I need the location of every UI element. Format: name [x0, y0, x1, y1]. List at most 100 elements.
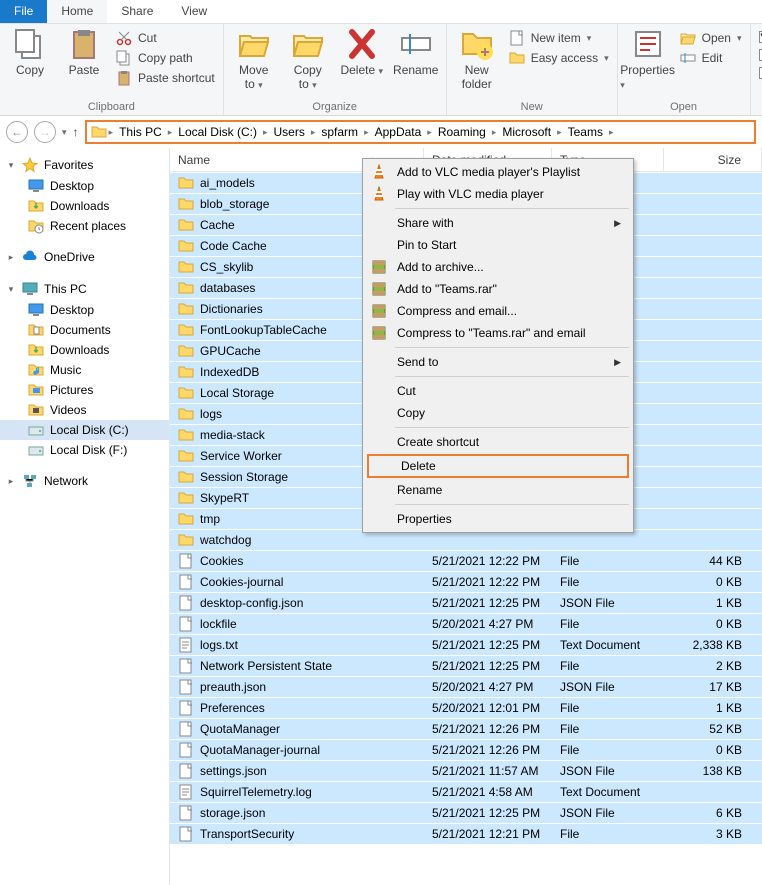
ctx-pin-start[interactable]: Pin to Start: [365, 234, 631, 256]
sidebar-item-downloads[interactable]: Downloads: [0, 196, 169, 216]
ctx-send-to[interactable]: Send to: [365, 351, 631, 373]
new-folder-button[interactable]: New folder: [455, 28, 499, 91]
delete-button[interactable]: Delete ▾: [340, 28, 384, 77]
breadcrumb-segment[interactable]: Microsoft: [498, 125, 555, 139]
ribbon: Copy Paste Cut Copy path Paste shortcut …: [0, 24, 762, 116]
breadcrumb-segment[interactable]: Users: [270, 125, 309, 139]
sidebar-item[interactable]: Music: [0, 360, 169, 380]
breadcrumb[interactable]: ▸ This PC▸Local Disk (C:)▸Users▸spfarm▸A…: [85, 120, 756, 144]
table-row[interactable]: settings.json5/21/2021 11:57 AMJSON File…: [170, 760, 762, 781]
sidebar-item[interactable]: Local Disk (C:): [0, 420, 169, 440]
ctx-compress-email[interactable]: Compress and email...: [365, 300, 631, 322]
sidebar-item-desktop[interactable]: Desktop: [0, 176, 169, 196]
sidebar-item-recent[interactable]: Recent places: [0, 216, 169, 236]
sidebar-thispc[interactable]: ▾This PC: [0, 278, 169, 300]
cut-button[interactable]: Cut: [116, 30, 215, 46]
sidebar-network[interactable]: ▸Network: [0, 470, 169, 492]
table-row[interactable]: TransportSecurity5/21/2021 12:21 PMFile3…: [170, 823, 762, 844]
table-row[interactable]: QuotaManager5/21/2021 12:26 PMFile52 KB: [170, 718, 762, 739]
ribbon-group-organize: Move to ▾ Copy to ▾ Delete ▾ Rename Orga…: [224, 24, 447, 115]
breadcrumb-segment[interactable]: This PC: [115, 125, 166, 139]
file-icon: [178, 763, 194, 779]
ctx-vlc-play[interactable]: Play with VLC media player: [365, 183, 631, 205]
sidebar-onedrive[interactable]: ▸OneDrive: [0, 246, 169, 268]
nav-history-dropdown[interactable]: ▾: [62, 127, 67, 138]
sidebar-item[interactable]: Documents: [0, 320, 169, 340]
ctx-copy[interactable]: Copy: [365, 402, 631, 424]
breadcrumb-segment[interactable]: AppData: [371, 125, 426, 139]
nav-up-button[interactable]: ↑: [73, 125, 79, 139]
breadcrumb-segment[interactable]: spfarm: [317, 125, 362, 139]
file-icon: [178, 805, 194, 821]
table-row[interactable]: Network Persistent State5/21/2021 12:25 …: [170, 655, 762, 676]
ctx-share-with[interactable]: Share with: [365, 212, 631, 234]
table-row[interactable]: Preferences5/20/2021 12:01 PMFile1 KB: [170, 697, 762, 718]
table-row[interactable]: desktop-config.json5/21/2021 12:25 PMJSO…: [170, 592, 762, 613]
new-item-button[interactable]: New item ▾: [509, 30, 609, 46]
move-to-button[interactable]: Move to ▾: [232, 28, 276, 91]
paste-button[interactable]: Paste: [62, 28, 106, 77]
copy-icon: [14, 28, 46, 60]
breadcrumb-segment[interactable]: Local Disk (C:): [174, 125, 261, 139]
ctx-compress-teams-email[interactable]: Compress to "Teams.rar" and email: [365, 322, 631, 344]
chevron-right-icon: ▸: [364, 127, 369, 138]
select-all-button[interactable]: Select all: [759, 30, 762, 44]
table-row[interactable]: preauth.json5/20/2021 4:27 PMJSON File17…: [170, 676, 762, 697]
share-tab[interactable]: Share: [107, 0, 167, 23]
table-row[interactable]: Cookies5/21/2021 12:22 PMFile44 KB: [170, 550, 762, 571]
view-tab[interactable]: View: [167, 0, 221, 23]
sidebar-item[interactable]: Pictures: [0, 380, 169, 400]
ctx-create-shortcut[interactable]: Create shortcut: [365, 431, 631, 453]
sidebar-item[interactable]: Desktop: [0, 300, 169, 320]
easy-access-button[interactable]: Easy access ▾: [509, 50, 609, 66]
sidebar-item[interactable]: Local Disk (F:): [0, 440, 169, 460]
ctx-rename[interactable]: Rename: [365, 479, 631, 501]
breadcrumb-segment[interactable]: Teams: [564, 125, 607, 139]
table-row[interactable]: lockfile5/20/2021 4:27 PMFile0 KB: [170, 613, 762, 634]
nav-back-button[interactable]: ←: [6, 121, 28, 143]
sidebar-item[interactable]: Videos: [0, 400, 169, 420]
select-none-icon: [759, 49, 762, 61]
table-row[interactable]: QuotaManager-journal5/21/2021 12:26 PMFi…: [170, 739, 762, 760]
properties-button[interactable]: Properties ▾: [626, 28, 670, 91]
invert-selection-button[interactable]: Invert selection: [759, 66, 762, 80]
breadcrumb-segment[interactable]: Roaming: [434, 125, 490, 139]
sidebar-favorites[interactable]: ▾Favorites: [0, 154, 169, 176]
archive-icon: [371, 281, 387, 297]
sidebar-item[interactable]: Downloads: [0, 340, 169, 360]
file-icon: [178, 679, 194, 695]
open-button[interactable]: Open ▾: [680, 30, 742, 46]
edit-button[interactable]: Edit: [680, 50, 742, 66]
item-icon: [28, 382, 44, 398]
copy-to-button[interactable]: Copy to ▾: [286, 28, 330, 91]
ctx-vlc-playlist[interactable]: Add to VLC media player's Playlist: [365, 161, 631, 183]
col-size[interactable]: Size: [664, 148, 762, 171]
rename-button[interactable]: Rename: [394, 28, 438, 77]
ctx-add-teams-rar[interactable]: Add to "Teams.rar": [365, 278, 631, 300]
folder-icon: [178, 511, 194, 527]
copy-path-button[interactable]: Copy path: [116, 50, 215, 66]
folder-icon: [178, 259, 194, 275]
ctx-delete[interactable]: Delete: [367, 454, 629, 478]
file-tab[interactable]: File: [0, 0, 47, 23]
ctx-cut[interactable]: Cut: [365, 380, 631, 402]
ctx-properties[interactable]: Properties: [365, 508, 631, 530]
group-label: New: [455, 99, 609, 113]
paste-shortcut-icon: [116, 70, 132, 86]
file-icon: [178, 742, 194, 758]
text-icon: [178, 784, 194, 800]
select-none-button[interactable]: Select none: [759, 48, 762, 62]
paste-shortcut-button[interactable]: Paste shortcut: [116, 70, 215, 86]
table-row[interactable]: logs.txt5/21/2021 12:25 PMText Document2…: [170, 634, 762, 655]
folder-icon: [178, 196, 194, 212]
copy-button[interactable]: Copy: [8, 28, 52, 77]
table-row[interactable]: storage.json5/21/2021 12:25 PMJSON File6…: [170, 802, 762, 823]
nav-forward-button[interactable]: →: [34, 121, 56, 143]
folder-icon: [178, 469, 194, 485]
table-row[interactable]: Cookies-journal5/21/2021 12:22 PMFile0 K…: [170, 571, 762, 592]
ctx-add-archive[interactable]: Add to archive...: [365, 256, 631, 278]
file-icon: [178, 721, 194, 737]
file-icon: [178, 595, 194, 611]
table-row[interactable]: SquirrelTelemetry.log5/21/2021 4:58 AMTe…: [170, 781, 762, 802]
home-tab[interactable]: Home: [47, 0, 107, 23]
